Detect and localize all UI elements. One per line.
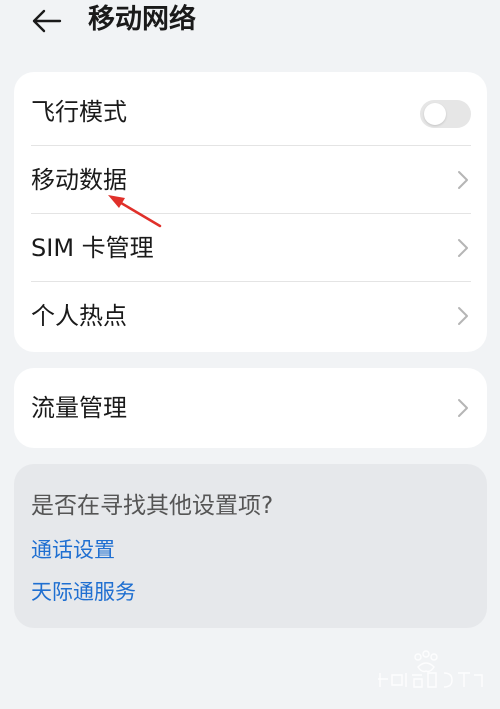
hotspot-row[interactable]: 个人热点 [14, 282, 487, 350]
related-settings-title: 是否在寻找其他设置项? [31, 493, 274, 519]
page-title: 移动网络 [88, 4, 196, 35]
airplane-mode-toggle[interactable] [420, 100, 471, 128]
back-button[interactable] [30, 4, 64, 38]
related-settings-card: 是否在寻找其他设置项? 通话设置 天际通服务 [14, 464, 487, 628]
traffic-management-row[interactable]: 流量管理 [14, 374, 487, 442]
chevron-right-icon [458, 171, 468, 189]
skytone-service-link[interactable]: 天际通服务 [31, 577, 136, 607]
hotspot-label: 个人热点 [31, 302, 127, 330]
chevron-right-icon [458, 307, 468, 325]
call-settings-link[interactable]: 通话设置 [31, 535, 115, 565]
traffic-management-label: 流量管理 [31, 394, 127, 422]
network-settings-card: 飞行模式 移动数据 SIM 卡管理 个人热点 [14, 72, 487, 352]
top-bar: 移动网络 [0, 0, 500, 44]
airplane-mode-row[interactable]: 飞行模式 [14, 78, 487, 146]
sim-management-label: SIM 卡管理 [31, 234, 154, 262]
mobile-data-row[interactable]: 移动数据 [14, 146, 487, 214]
airplane-mode-label: 飞行模式 [31, 98, 127, 126]
chevron-right-icon [458, 239, 468, 257]
chevron-right-icon [458, 399, 468, 417]
arrow-left-icon [32, 9, 62, 33]
baidu-jingyan-watermark-icon [378, 650, 483, 688]
toggle-knob [424, 103, 446, 125]
traffic-card: 流量管理 [14, 368, 487, 448]
sim-management-row[interactable]: SIM 卡管理 [14, 214, 487, 282]
mobile-data-label: 移动数据 [31, 166, 127, 194]
